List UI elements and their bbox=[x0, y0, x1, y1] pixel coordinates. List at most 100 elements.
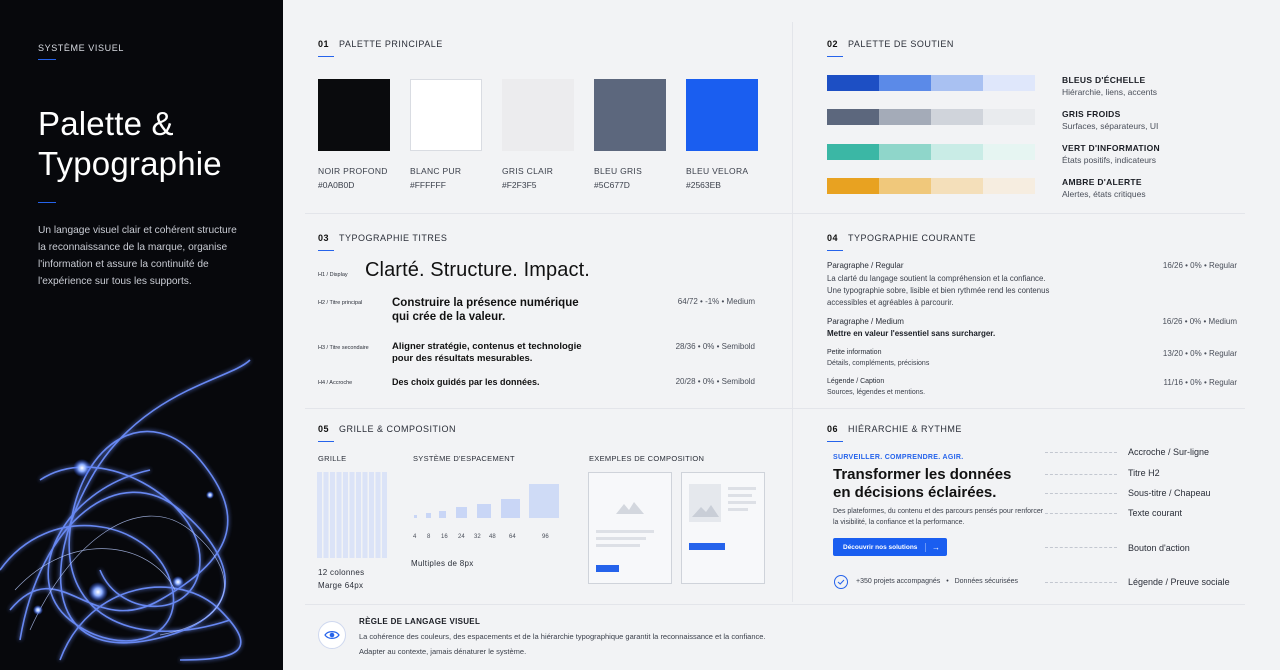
scale-label: BLEUS D'ÉCHELLE bbox=[1062, 75, 1146, 85]
headline-line: Transformer les données bbox=[833, 466, 1012, 483]
h2-line: Construire la présence numérique bbox=[392, 297, 579, 309]
arrow-right-icon: → bbox=[925, 542, 940, 552]
accent-divider bbox=[318, 56, 334, 57]
grid-caption: 12 colonnes bbox=[318, 568, 365, 577]
hierarchy-eyebrow: SURVEILLER. COMPRENDRE. AGIR. bbox=[833, 454, 964, 461]
section-label: TYPOGRAPHIE COURANTE bbox=[848, 233, 977, 243]
spacing-value: 32 bbox=[474, 534, 481, 540]
type-meta: 28/36 • 0% • Semibold bbox=[675, 342, 755, 351]
color-scale-green bbox=[827, 144, 1035, 160]
hierarchy-body: Des plateformes, du contenu et des parco… bbox=[833, 508, 1044, 526]
swatch-name: BLEU GRIS bbox=[594, 166, 643, 176]
section-title-hierarchy: 06 HIÉRARCHIE & RYTHME bbox=[827, 424, 962, 434]
spacing-value: 64 bbox=[509, 534, 516, 540]
scale-description: Alertes, états critiques bbox=[1062, 189, 1146, 199]
scale-label: GRIS FROIDS bbox=[1062, 109, 1121, 119]
hierarchy-label: Légende / Preuve sociale bbox=[1128, 577, 1230, 587]
light-swirl-illustration bbox=[0, 359, 251, 661]
spacing-label: SYSTÈME D'ESPACEMENT bbox=[413, 454, 515, 463]
body-style-sample: Détails, compléments, précisions bbox=[827, 360, 930, 367]
scale-description: États positifs, indicateurs bbox=[1062, 155, 1157, 165]
body-style-title: Légende / Caption bbox=[827, 378, 885, 385]
hierarchy-headline: Transformer les données en décisions écl… bbox=[833, 466, 1011, 502]
type-meta: 16/26 • 0% • Medium bbox=[1162, 317, 1237, 326]
section-label: TYPOGRAPHIE TITRES bbox=[339, 233, 448, 243]
accent-divider bbox=[38, 59, 56, 60]
type-tag: H2 / Titre principal bbox=[318, 300, 363, 306]
body-style-sample: Sources, légendes et mentions. bbox=[827, 389, 926, 396]
grid-columns-illustration bbox=[317, 472, 387, 558]
accent-divider bbox=[827, 441, 843, 442]
section-number: 01 bbox=[318, 39, 330, 49]
hierarchy-label: Sous-titre / Chapeau bbox=[1128, 488, 1211, 498]
composition-examples-illustration bbox=[588, 472, 765, 584]
swatch-hex: #0A0B0D bbox=[318, 180, 355, 190]
discover-solutions-button[interactable]: Découvrir nos solutions → bbox=[833, 538, 947, 556]
color-scale-gray bbox=[827, 109, 1035, 125]
accent-divider bbox=[318, 441, 334, 442]
leader-line bbox=[1045, 474, 1117, 475]
hierarchy-label: Titre H2 bbox=[1128, 468, 1160, 478]
accent-divider bbox=[827, 250, 843, 251]
section-title-body-type: 04 TYPOGRAPHIE COURANTE bbox=[827, 233, 976, 243]
examples-label: EXEMPLES DE COMPOSITION bbox=[589, 454, 705, 463]
body-line: accessibles et agréables à parcourir. bbox=[827, 298, 954, 307]
section-number: 04 bbox=[827, 233, 839, 243]
social-proof: +350 projets accompagnés • Données sécur… bbox=[856, 578, 1019, 585]
swatch-hex: #2563EB bbox=[686, 180, 721, 190]
spacing-value: 4 bbox=[413, 534, 417, 540]
swatch-name: BLEU VELORA bbox=[686, 166, 749, 176]
type-meta: 16/26 • 0% • Regular bbox=[1162, 261, 1237, 270]
page-title: Palette & Typographie bbox=[38, 104, 222, 184]
spacing-value: 48 bbox=[489, 534, 496, 540]
check-circle-icon bbox=[834, 575, 848, 589]
eye-icon-badge bbox=[318, 621, 346, 649]
sidebar-eyebrow: SYSTÈME VISUEL bbox=[38, 43, 124, 53]
row-divider bbox=[305, 213, 1245, 214]
section-label: PALETTE PRINCIPALE bbox=[339, 39, 443, 49]
type-meta: 64/72 • -1% • Medium bbox=[677, 297, 755, 306]
swatch-name: NOIR PROFOND bbox=[318, 166, 388, 176]
body-line: Une typographie sobre, lisible et bien r… bbox=[827, 286, 1050, 295]
body-style-title: Paragraphe / Medium bbox=[827, 317, 904, 326]
section-number: 03 bbox=[318, 233, 330, 243]
rule-text: La cohérence des couleurs, des espacemen… bbox=[359, 632, 766, 641]
leader-line bbox=[1045, 452, 1117, 453]
page-title-line1: Palette & bbox=[38, 105, 174, 142]
body-style-sample: La clarté du langage soutient la compréh… bbox=[827, 273, 1107, 309]
h3-sample: Aligner stratégie, contenus et technolog… bbox=[392, 341, 582, 365]
eye-icon bbox=[324, 631, 340, 639]
section-title-support: 02 PALETTE DE SOUTIEN bbox=[827, 39, 954, 49]
type-tag: H1 / Display bbox=[318, 272, 348, 278]
proof-item: Données sécurisées bbox=[954, 578, 1019, 585]
body-style-title: Petite information bbox=[827, 349, 882, 356]
leader-line bbox=[1045, 493, 1117, 494]
row-divider bbox=[305, 408, 1245, 409]
swatch-bleu-velora bbox=[686, 79, 758, 151]
row-divider bbox=[305, 604, 1245, 605]
h3-line: Aligner stratégie, contenus et technolog… bbox=[392, 341, 582, 352]
swatch-blanc-pur bbox=[410, 79, 482, 151]
sidebar-intro: Un langage visuel clair et cohérent stru… bbox=[38, 225, 237, 287]
type-meta: 13/20 • 0% • Regular bbox=[1162, 349, 1237, 358]
spacing-value: 24 bbox=[458, 534, 465, 540]
body-style-sample: Mettre en valeur l'essentiel sans surcha… bbox=[827, 329, 996, 338]
body-line: La clarté du langage soutient la compréh… bbox=[827, 274, 1046, 283]
section-title-grid: 05 GRILLE & COMPOSITION bbox=[318, 424, 456, 434]
swatch-hex: #FFFFFF bbox=[410, 180, 446, 190]
scale-description: Hiérarchie, liens, accents bbox=[1062, 87, 1157, 97]
section-label: HIÉRARCHIE & RYTHME bbox=[848, 424, 962, 434]
spacing-value: 16 bbox=[441, 534, 448, 540]
swatch-name: GRIS CLAIR bbox=[502, 166, 554, 176]
spacing-value: 8 bbox=[427, 534, 431, 540]
spacing-caption: Multiples de 8px bbox=[411, 559, 474, 568]
swatch-bleu-gris bbox=[594, 79, 666, 151]
grid-caption: Marge 64px bbox=[318, 581, 364, 590]
swatch-hex: #5C677D bbox=[594, 180, 630, 190]
type-meta: 11/16 • 0% • Regular bbox=[1163, 378, 1238, 387]
section-title-headings: 03 TYPOGRAPHIE TITRES bbox=[318, 233, 447, 243]
leader-line bbox=[1045, 582, 1117, 583]
section-number: 06 bbox=[827, 424, 839, 434]
h2-sample: Construire la présence numérique qui cré… bbox=[392, 296, 579, 324]
main-content: 01 PALETTE PRINCIPALE NOIR PROFOND #0A0B… bbox=[283, 0, 1280, 670]
